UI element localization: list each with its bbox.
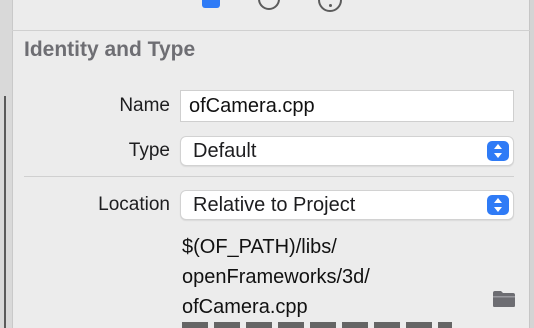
name-field[interactable]: [180, 90, 514, 122]
editor-gutter: [0, 0, 13, 328]
window-right-edge: [529, 0, 534, 328]
location-popup-value: Relative to Project: [193, 194, 356, 216]
history-inspector-icon[interactable]: [258, 0, 280, 10]
chevron-updown-icon: [487, 141, 509, 161]
path-line: ofCamera.cpp: [182, 296, 308, 318]
folder-icon[interactable]: [492, 290, 516, 308]
path-line: $(OF_PATH)/libs/: [182, 236, 337, 258]
name-label: Name: [119, 95, 170, 116]
file-inspector-icon[interactable]: [202, 0, 220, 8]
chevron-updown-icon: [487, 195, 509, 215]
location-label: Location: [98, 194, 170, 215]
full-path-text: $(OF_PATH)/libs/ openFrameworks/3d/ ofCa…: [182, 232, 482, 322]
type-popup-value: Default: [193, 140, 257, 162]
type-label: Type: [128, 140, 170, 161]
location-popup[interactable]: Relative to Project: [180, 190, 514, 220]
section-title: Identity and Type: [24, 38, 196, 61]
type-popup[interactable]: Default: [180, 136, 514, 166]
inspector-tab-bar: [12, 0, 530, 31]
section-divider: [24, 176, 514, 177]
quick-help-icon[interactable]: [318, 0, 342, 12]
truncated-text-row: [182, 322, 452, 328]
gutter-marker: [4, 96, 6, 328]
path-line: openFrameworks/3d/: [182, 266, 370, 288]
